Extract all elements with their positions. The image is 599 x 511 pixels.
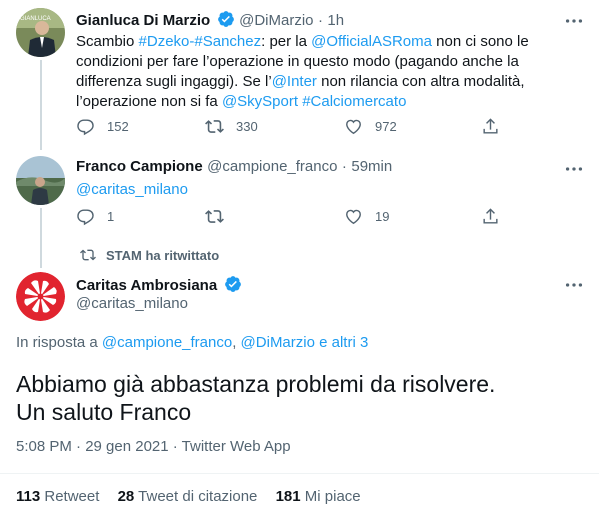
main-tweet-line: Abbiamo già abbastanza problemi da risol… [16, 371, 496, 397]
like-count: 19 [375, 209, 390, 224]
retweets-count: 113 [16, 488, 41, 505]
share-button[interactable] [481, 117, 512, 136]
like-count: 972 [375, 119, 397, 134]
avatar-dimarzio[interactable]: GIANLUCA [16, 8, 65, 57]
reply-button[interactable]: 1 [76, 207, 114, 226]
author-name[interactable]: Caritas Ambrosiana [76, 277, 217, 294]
retweeted-by-label: STAM ha ritwittato [106, 247, 220, 263]
retweet-count: 330 [236, 119, 258, 134]
tweet-link[interactable]: #Calciomercato [302, 93, 406, 110]
tweet-text-segment: non rilancia con altra modalità, [316, 73, 525, 90]
reply-count: 152 [107, 119, 129, 134]
tweet-text-segment: condizioni per fare l’operazione in ques… [76, 53, 519, 70]
likes-label: Mi piace [304, 488, 361, 505]
reply-user-link[interactable]: @DiMarzio [241, 334, 315, 351]
reply-others-link[interactable]: e altri 3 [315, 334, 368, 351]
likes-stat[interactable]: 181 Mi piace [276, 488, 361, 505]
reply-comma: , [232, 334, 241, 351]
more-icon[interactable] [563, 10, 585, 32]
svg-text:GIANLUCA: GIANLUCA [20, 16, 51, 22]
main-tweet-text: Abbiamo già abbastanza problemi da risol… [16, 370, 495, 426]
retweet-icon [80, 249, 96, 261]
avatar-campione[interactable] [16, 156, 65, 205]
author-handle[interactable]: @DiMarzio [239, 12, 313, 29]
main-tweet-line: Un saluto Franco [16, 399, 192, 425]
avatar-caritas[interactable] [16, 272, 65, 321]
retweet-button[interactable]: 330 [205, 117, 258, 136]
retweeted-by-banner[interactable]: STAM ha ritwittato [80, 247, 219, 263]
quotes-count: 28 [117, 488, 135, 505]
reply-button[interactable]: 152 [76, 117, 129, 136]
author-handle[interactable]: @campione_franco [207, 158, 337, 175]
thread-line [40, 208, 42, 268]
reply-icon [77, 209, 94, 226]
more-icon[interactable] [563, 158, 585, 180]
tweet-link[interactable]: @OfficialASRoma [311, 33, 432, 50]
tweet-text-line: differenza sugli ingaggi). Se l’@Inter n… [76, 72, 586, 92]
share-icon [483, 208, 498, 224]
quotes-label: Tweet di citazione [138, 488, 258, 505]
main-author-name-row: Caritas Ambrosiana [76, 275, 242, 295]
retweet-button[interactable] [205, 207, 236, 226]
reply-user-link[interactable]: @campione_franco [102, 334, 232, 351]
tweet-text-segment: non ci sono le [431, 33, 529, 50]
stats-row: 113 Retweet 28 Tweet di citazione 181 Mi… [16, 488, 361, 505]
more-icon[interactable] [563, 274, 585, 296]
like-button[interactable]: 972 [344, 117, 397, 136]
retweet-icon [205, 210, 224, 223]
author-name[interactable]: Franco Campione [76, 158, 203, 175]
tweet-text-line: condizioni per fare l’operazione in ques… [76, 52, 586, 72]
tweet-text-segment: l’operazione non si fa [76, 93, 222, 110]
thread-line [40, 60, 42, 150]
share-button[interactable] [481, 207, 512, 226]
retweet-icon [205, 120, 224, 133]
tweet-link[interactable]: #Dzeko-#Sanchez [139, 33, 262, 50]
retweets-stat[interactable]: 113 Retweet [16, 488, 99, 505]
like-button[interactable]: 19 [344, 207, 389, 226]
reply-icon [77, 119, 94, 136]
verified-icon [217, 11, 234, 27]
tweet-link[interactable]: @SkySport [222, 93, 298, 110]
tweet2-text[interactable]: @caritas_milano [76, 180, 188, 200]
tweet-text-line: l’operazione non si fa @SkySport #Calcio… [76, 92, 586, 112]
retweets-label: Retweet [44, 488, 100, 505]
divider [0, 473, 599, 474]
author-handle[interactable]: @caritas_milano [76, 295, 188, 312]
separator: · [341, 158, 347, 175]
reply-prefix: In risposta a [16, 334, 102, 351]
likes-count: 181 [275, 488, 301, 505]
tweet-text-segment: differenza sugli ingaggi). Se l’ [76, 73, 272, 90]
like-icon [346, 209, 361, 225]
verified-icon [224, 276, 241, 292]
tweet1-header: Gianluca Di Marzio @DiMarzio · 1h [76, 10, 344, 30]
separator: · [317, 12, 323, 29]
tweet1-text: Scambio #Dzeko-#Sanchez: per la @Officia… [76, 32, 586, 112]
tweet-time[interactable]: 59min [351, 158, 392, 175]
tweet-link[interactable]: @Inter [272, 73, 317, 90]
tweet-text-segment: : per la [261, 33, 312, 50]
tweet2-header: Franco Campione @campione_franco · 59min [76, 158, 392, 176]
reply-count: 1 [107, 209, 115, 224]
tweet-time[interactable]: 1h [327, 12, 344, 29]
tweet-timestamp[interactable]: 5:08 PM · 29 gen 2021 · Twitter Web App [16, 438, 291, 455]
tweet-text-line: Scambio #Dzeko-#Sanchez: per la @Officia… [76, 32, 586, 52]
like-icon [346, 119, 361, 135]
author-name[interactable]: Gianluca Di Marzio [76, 12, 210, 29]
share-icon [483, 118, 498, 134]
reply-context: In risposta a @campione_franco, @DiMarzi… [16, 334, 368, 351]
tweet-text-segment: Scambio [76, 33, 139, 50]
quotes-stat[interactable]: 28 Tweet di citazione [118, 488, 258, 505]
